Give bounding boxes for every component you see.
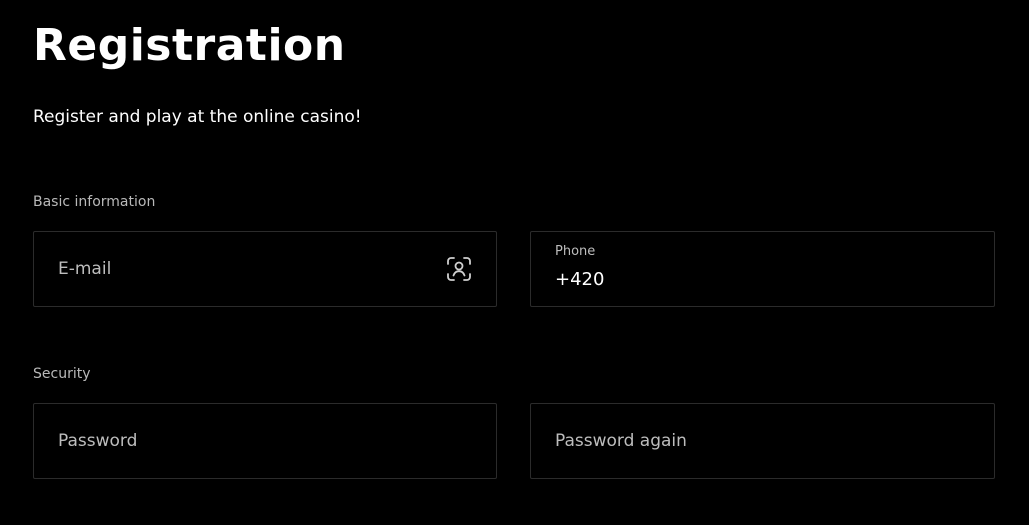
section-label-security: Security	[33, 366, 91, 382]
phone-label: Phone	[555, 244, 596, 259]
face-id-icon[interactable]	[446, 256, 472, 282]
email-placeholder: E-mail	[58, 259, 112, 279]
section-label-basic-information: Basic information	[33, 194, 156, 210]
registration-page: Registration Register and play at the on…	[0, 0, 1029, 525]
page-subtitle: Register and play at the online casino!	[33, 107, 362, 127]
phone-field[interactable]: Phone +420	[530, 231, 995, 307]
password-field[interactable]: Password	[33, 403, 497, 479]
email-field[interactable]: E-mail	[33, 231, 497, 307]
password-placeholder: Password	[58, 431, 138, 451]
phone-value: +420	[555, 269, 605, 290]
page-title: Registration	[33, 20, 346, 71]
password-again-field[interactable]: Password again	[530, 403, 995, 479]
password-again-placeholder: Password again	[555, 431, 687, 451]
